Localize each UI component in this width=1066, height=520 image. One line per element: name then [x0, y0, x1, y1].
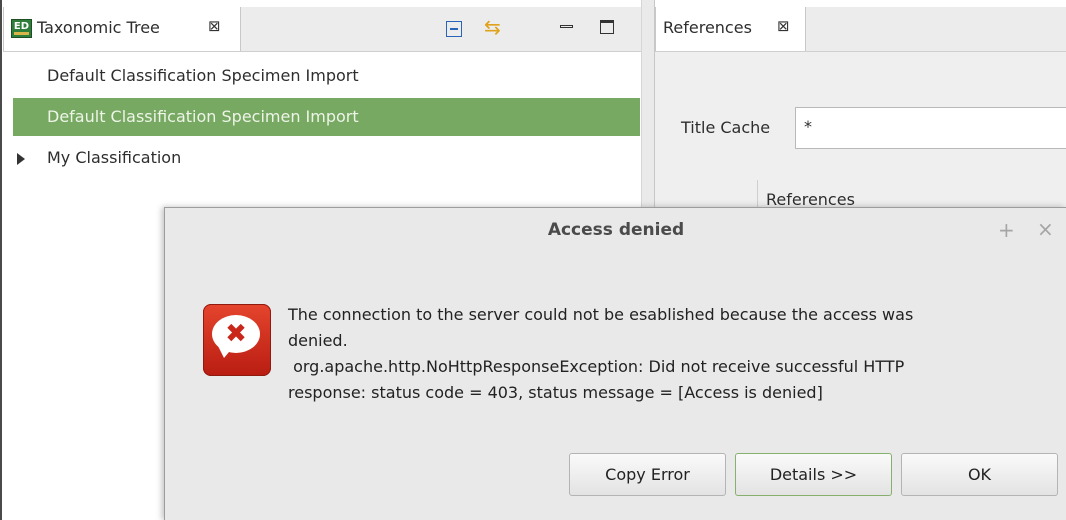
expand-arrow-icon[interactable] — [17, 153, 25, 165]
ok-button[interactable]: OK — [901, 453, 1058, 496]
title-cache-input[interactable]: * — [795, 107, 1066, 149]
taxonomic-tree-tabbar: ED Taxonomic Tree ⊠ ⇆ — [3, 7, 641, 52]
details-button[interactable]: Details >> — [735, 453, 892, 496]
tab-references[interactable]: References ⊠ — [655, 7, 806, 51]
close-tab-icon[interactable]: ⊠ — [777, 17, 790, 35]
editor-logo-icon: ED — [11, 19, 32, 38]
collapse-all-icon[interactable] — [446, 21, 462, 37]
tab-taxonomic-tree[interactable]: ED Taxonomic Tree ⊠ — [3, 7, 241, 51]
maximize-icon[interactable] — [600, 20, 614, 34]
error-x-icon: ✖ — [225, 319, 247, 349]
message-line: response: status code = 403, status mess… — [288, 383, 823, 402]
message-line: org.apache.http.NoHttpResponseException:… — [288, 357, 905, 376]
dialog-title: Access denied — [547, 220, 685, 240]
tab-references-label: References — [663, 18, 752, 37]
close-tab-icon[interactable]: ⊠ — [208, 17, 221, 35]
window-edge — [0, 0, 2, 520]
dialog-maximize-icon[interactable]: + — [998, 218, 1015, 242]
link-with-editor-icon[interactable]: ⇆ — [484, 17, 501, 37]
tree-item[interactable]: Default Classification Specimen Import — [13, 57, 640, 95]
dialog-message: The connection to the server could not b… — [288, 302, 1048, 406]
references-tabbar: References ⊠ — [655, 7, 1066, 52]
error-icon: ✖ — [203, 304, 271, 376]
tab-taxonomic-tree-label: Taxonomic Tree — [37, 18, 160, 37]
message-line: denied. — [288, 331, 348, 350]
tree-item[interactable]: My Classification — [13, 139, 640, 177]
access-denied-dialog: Access denied + × ✖ The connection to th… — [164, 207, 1066, 520]
message-line: The connection to the server could not b… — [288, 305, 914, 324]
title-cache-label: Title Cache — [681, 118, 771, 137]
copy-error-button[interactable]: Copy Error — [569, 453, 726, 496]
dialog-close-icon[interactable]: × — [1037, 217, 1054, 241]
tree-item-selected[interactable]: Default Classification Specimen Import — [13, 98, 640, 136]
minimize-icon[interactable] — [560, 25, 573, 28]
